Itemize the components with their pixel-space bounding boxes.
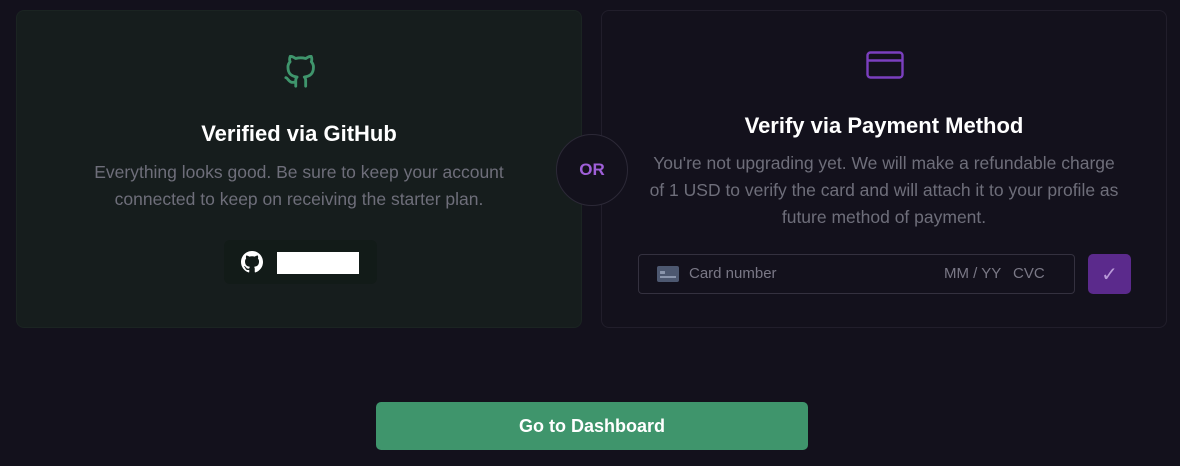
github-card-description: Everything looks good. Be sure to keep y… (94, 162, 504, 209)
github-username-redacted (277, 252, 359, 274)
github-verification-card: Verified via GitHub Everything looks goo… (16, 10, 582, 328)
verify-card-button[interactable]: ✓ (1088, 254, 1131, 294)
github-account-badge[interactable] (224, 240, 377, 284)
payment-card-description: You're not upgrading yet. We will make a… (649, 153, 1119, 227)
cvc-field[interactable]: CVC (1013, 265, 1045, 282)
payment-verification-card: Verify via Payment Method You're not upg… (601, 10, 1167, 328)
or-divider: OR (556, 134, 628, 206)
expiry-field[interactable]: MM / YY (944, 265, 1001, 282)
card-details-input[interactable]: Card number MM / YY CVC (638, 254, 1075, 294)
card-number-field[interactable]: Card number (689, 265, 777, 282)
credit-card-icon (866, 51, 904, 79)
card-brand-icon (657, 266, 679, 282)
github-icon (284, 55, 315, 88)
payment-card-title: Verify via Payment Method (744, 113, 1024, 138)
github-card-title: Verified via GitHub (201, 121, 397, 146)
go-to-dashboard-button[interactable]: Go to Dashboard (376, 402, 808, 450)
github-mark-icon (241, 251, 263, 273)
